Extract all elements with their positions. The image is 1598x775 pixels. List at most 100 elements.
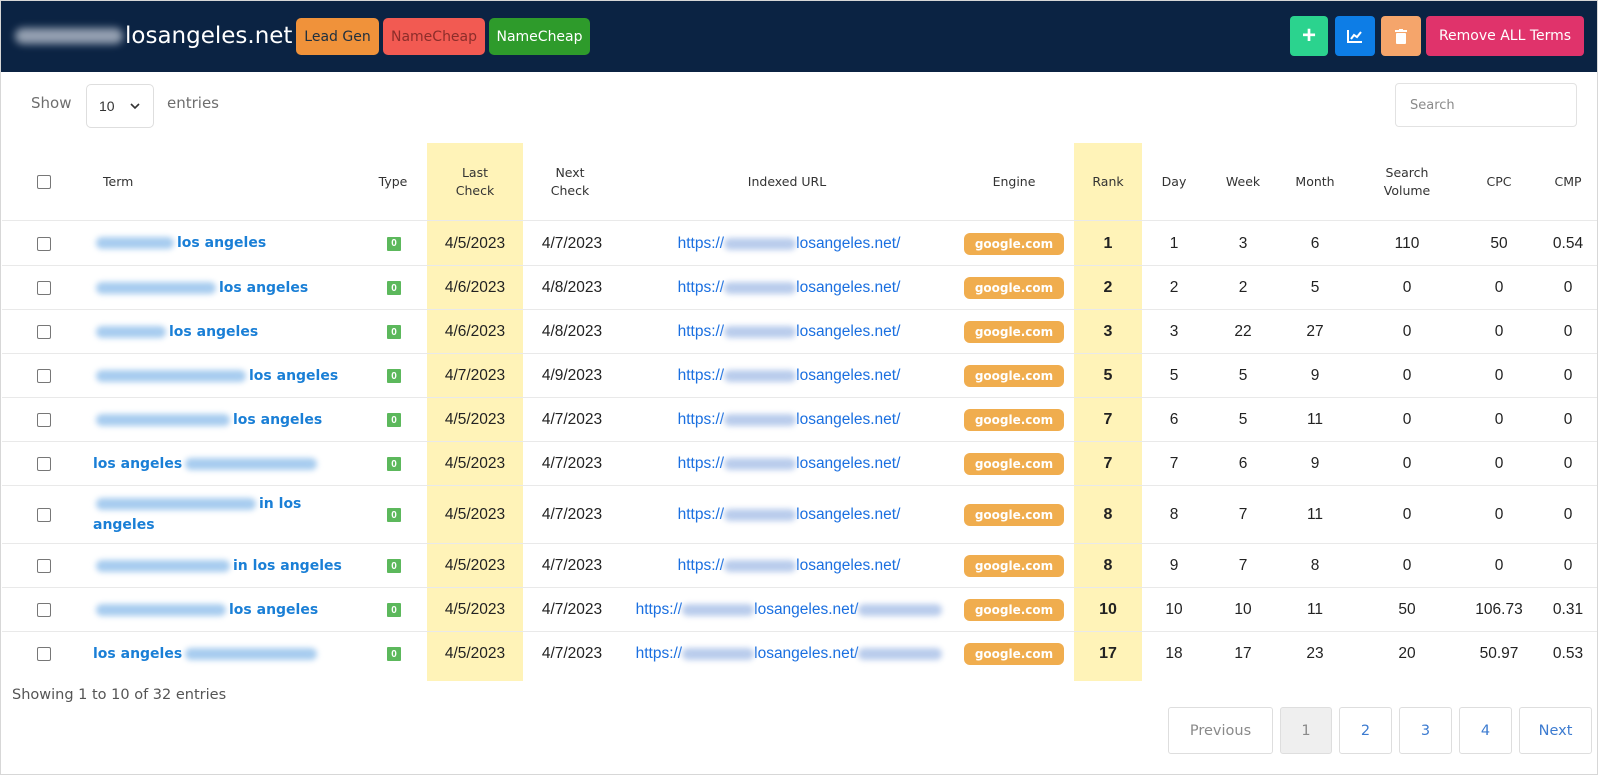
page-1-button[interactable]: 1	[1280, 707, 1332, 754]
type-cell: 0	[384, 442, 404, 486]
engine-badge[interactable]: google.com	[964, 504, 1064, 526]
remove-all-terms-button[interactable]: Remove ALL Terms	[1426, 16, 1584, 56]
next-page-button[interactable]: Next	[1519, 707, 1592, 754]
row-checkbox-cell	[34, 588, 54, 632]
row-checkbox[interactable]	[37, 281, 51, 295]
next-check-cell: 4/7/2023	[541, 506, 603, 523]
indexed-url-link[interactable]: https:// losangeles.net/	[624, 398, 954, 442]
column-header-cmp[interactable]: CMP	[1544, 143, 1592, 220]
column-header-day[interactable]: Day	[1152, 143, 1196, 220]
column-header-term[interactable]: Term	[103, 143, 163, 220]
search-input[interactable]	[1395, 83, 1577, 127]
engine-badge[interactable]: google.com	[964, 409, 1064, 431]
day-cell: 5	[1169, 367, 1179, 384]
row-checkbox-cell	[34, 398, 54, 442]
indexed-url-link[interactable]: https:// losangeles.net/	[624, 354, 954, 398]
indexed-url-link[interactable]: https:// losangeles.net/	[624, 310, 954, 354]
page-4-button[interactable]: 4	[1459, 707, 1512, 754]
previous-page-button[interactable]: Previous	[1168, 707, 1273, 754]
column-header-indexed-url[interactable]: Indexed URL	[732, 143, 842, 220]
indexed-url-link[interactable]: https:// losangeles.net/	[624, 266, 954, 310]
engine-badge[interactable]: google.com	[964, 643, 1064, 665]
cpc-cell: 0	[1494, 557, 1504, 574]
term-link[interactable]: ratrollllerslos angeles	[93, 221, 343, 266]
indexed-url-link[interactable]: https:// losangeles.net/	[624, 544, 954, 588]
url-domain: losangeles.net/	[796, 234, 901, 252]
url-blurred-part	[724, 326, 797, 338]
page-2-button[interactable]: 2	[1339, 707, 1392, 754]
search-volume-cell: 0	[1402, 323, 1412, 340]
term-link[interactable]: ratrollll inspectionlos angeles	[93, 588, 343, 632]
cmp-cell: 0.54	[1552, 234, 1584, 252]
namecheap-badge-green[interactable]: NameCheap	[489, 18, 590, 55]
week-cell: 7	[1238, 557, 1248, 574]
rank-cell: 8	[1103, 557, 1113, 574]
column-header-week[interactable]: Week	[1216, 143, 1270, 220]
rank-cell: 5	[1103, 367, 1113, 384]
month-cell: 23	[1306, 645, 1324, 662]
term-text: los angeles	[177, 235, 267, 251]
table-row: ratrollllerslos angeles 0 4/5/2023 4/7/2023…	[2, 220, 1597, 266]
row-checkbox[interactable]	[37, 508, 51, 522]
indexed-url-link[interactable]: https:// losangeles.net/	[624, 221, 954, 266]
chart-button[interactable]	[1335, 16, 1375, 56]
row-checkbox[interactable]	[37, 413, 51, 427]
engine-badge[interactable]: google.com	[964, 365, 1064, 387]
next-check-cell: 4/7/2023	[541, 601, 603, 618]
month-cell: 8	[1310, 557, 1320, 574]
indexed-url-link[interactable]: https:// losangeles.net/inspections	[624, 588, 954, 632]
term-link[interactable]: ratrollll companylos angeles	[93, 266, 343, 310]
type-badge: 0	[387, 369, 401, 383]
add-term-button[interactable]: +	[1290, 16, 1328, 56]
column-header-search-volume[interactable]: Search Volume	[1372, 143, 1442, 220]
cpc-cell: 0	[1494, 455, 1504, 472]
namecheap-badge-red[interactable]: NameCheap	[383, 18, 485, 55]
engine-badge[interactable]: google.com	[964, 321, 1064, 343]
table-row: ratrollllling companiesin los angeles 0 4/…	[2, 485, 1597, 544]
table-row: los angelesratrollll inspection 0 4/5/2023…	[2, 631, 1597, 676]
column-header-rank[interactable]: Rank	[1082, 143, 1134, 220]
row-checkbox-cell	[34, 354, 54, 398]
cmp-cell: 0	[1563, 279, 1573, 296]
engine-badge[interactable]: google.com	[964, 232, 1064, 255]
page-3-button[interactable]: 3	[1399, 707, 1452, 754]
indexed-url-link[interactable]: https:// losangeles.net/	[624, 486, 954, 544]
row-checkbox[interactable]	[37, 325, 51, 339]
row-checkbox[interactable]	[37, 236, 51, 251]
term-link[interactable]: ratrollllling companylos angeles	[93, 354, 343, 398]
column-header-next-check[interactable]: Next Check	[542, 143, 598, 220]
term-blurred-prefix: ratrollll company	[96, 281, 216, 294]
indexed-url-link[interactable]: https:// losangeles.net/	[624, 442, 954, 486]
engine-badge[interactable]: google.com	[964, 277, 1064, 299]
column-header-type[interactable]: Type	[373, 143, 413, 220]
engine-badge[interactable]: google.com	[964, 555, 1064, 577]
indexed-url-link[interactable]: https:// losangeles.net/inspections	[624, 632, 954, 676]
term-link[interactable]: los angelesratrollll companies	[93, 442, 343, 486]
table-row: los angelesratrollll companies 0 4/5/2023 4…	[2, 441, 1597, 486]
select-all-checkbox[interactable]	[37, 174, 51, 189]
row-checkbox[interactable]	[37, 457, 51, 471]
engine-badge[interactable]: google.com	[964, 453, 1064, 475]
term-link[interactable]: ratrollll companiesin los angeles	[93, 544, 343, 588]
column-header-cpc[interactable]: CPC	[1474, 143, 1524, 220]
row-checkbox[interactable]	[37, 647, 51, 661]
last-check-cell: 4/5/2023	[444, 411, 506, 428]
cmp-cell: 0.53	[1552, 645, 1584, 662]
column-header-last-check[interactable]: Last Check	[447, 143, 503, 220]
delete-selected-button[interactable]	[1381, 16, 1421, 56]
type-cell: 0	[384, 544, 404, 588]
row-checkbox[interactable]	[37, 369, 51, 383]
lead-gen-badge[interactable]: Lead Gen	[296, 18, 379, 55]
engine-badge[interactable]: google.com	[964, 599, 1064, 621]
term-link[interactable]: los angelesratrollll inspection	[93, 632, 343, 676]
row-checkbox[interactable]	[37, 559, 51, 573]
column-header-engine[interactable]: Engine	[984, 143, 1044, 220]
term-link[interactable]: ratrollll companieslos angeles	[93, 398, 343, 442]
row-checkbox[interactable]	[37, 603, 51, 617]
row-checkbox-cell	[34, 310, 54, 354]
entries-per-page-select[interactable]: 10	[86, 84, 154, 128]
search-volume-cell: 0	[1402, 367, 1412, 384]
column-header-month[interactable]: Month	[1285, 143, 1345, 220]
term-link[interactable]: ratrollllerlos angeles	[93, 310, 343, 354]
term-link[interactable]: ratrollllling companiesin los angeles	[93, 486, 343, 544]
